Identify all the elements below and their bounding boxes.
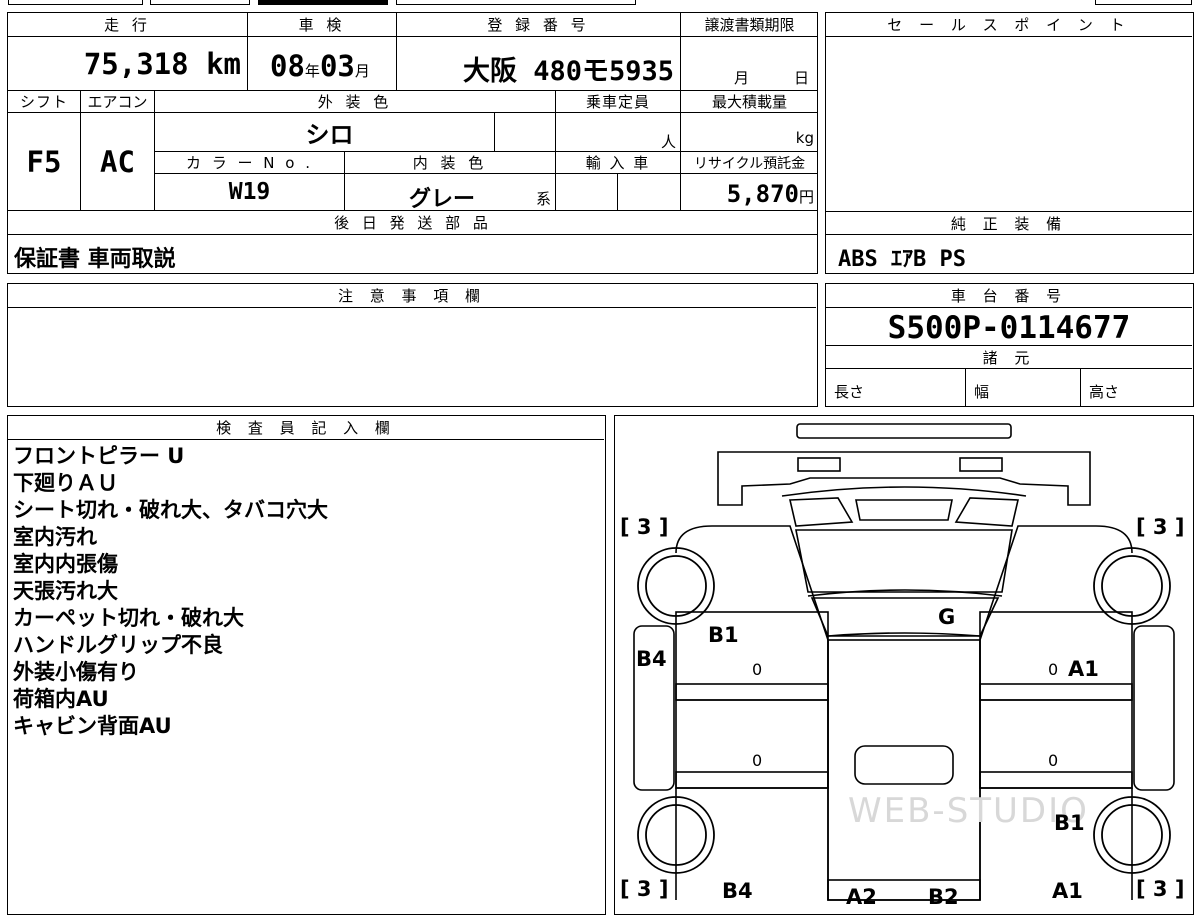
shift-value: F5 bbox=[26, 144, 62, 179]
registration-cell: 大阪 480モ5935 bbox=[397, 37, 681, 91]
aircon-cell: AC bbox=[81, 113, 155, 211]
inspection-year: 08 bbox=[270, 49, 305, 83]
max-load-cell: kg bbox=[681, 113, 818, 152]
mark-rear-left: A2 bbox=[846, 885, 877, 909]
mark-right-bottom: A1 bbox=[1052, 879, 1083, 903]
notes-label: 注 意 事 項 欄 bbox=[8, 284, 816, 308]
inspection-year-unit: 年 bbox=[304, 62, 320, 80]
capacity-cell: 人 bbox=[556, 113, 681, 152]
color-no-label: カ ラ ー N o . bbox=[155, 152, 345, 174]
transfer-month-unit: 月 bbox=[734, 69, 750, 87]
inspection-label: 車 検 bbox=[248, 13, 397, 37]
later-parts-value: 保証書 車両取説 bbox=[14, 247, 176, 272]
inspector-note-line: 室内汚れ bbox=[13, 525, 97, 549]
later-parts-label: 後 日 発 送 部 品 bbox=[8, 211, 818, 235]
inspector-note-line: ハンドルグリップ不良 bbox=[13, 633, 223, 657]
max-load-unit: kg bbox=[795, 129, 814, 147]
equipment-value: ABS ｴｱB PS bbox=[838, 247, 966, 272]
inspector-note-line: カーペット切れ・破れ大 bbox=[13, 606, 244, 630]
tire-tread-rear-right: [ 3 ] bbox=[1136, 877, 1184, 901]
mark-left-bottom: B4 bbox=[722, 879, 753, 903]
interior-color-label: 内 装 色 bbox=[345, 152, 556, 174]
mileage-value: 75,318 bbox=[83, 47, 189, 81]
aircon-label: エアコン bbox=[81, 91, 155, 113]
inspector-note-line: 荷箱内AU bbox=[13, 687, 109, 711]
inspector-note-line: 天張汚れ大 bbox=[13, 579, 118, 603]
notes-box: 注 意 事 項 欄 bbox=[7, 283, 818, 407]
interior-color-cell: グレー 系 bbox=[345, 174, 556, 212]
transfer-day-unit: 日 bbox=[794, 69, 810, 87]
import-cell-b bbox=[618, 174, 681, 211]
mark-rear-right: B2 bbox=[928, 885, 959, 909]
registration-label: 登 録 番 号 bbox=[397, 13, 681, 37]
mileage-cell: 75,318 km bbox=[8, 37, 248, 91]
zero-mark: 0 bbox=[752, 751, 762, 770]
capacity-unit: 人 bbox=[660, 133, 676, 151]
tire-tread-front-left: [ 3 ] bbox=[620, 515, 668, 539]
height-label: 高さ bbox=[1089, 383, 1120, 401]
truck-outline: WEB-STUDIO [ 3 ] [ 3 ] [ 3 ] [ 3 ] G B1 … bbox=[620, 422, 1184, 909]
width-label: 幅 bbox=[974, 383, 990, 401]
color-no-cell: W19 bbox=[155, 174, 345, 211]
exterior-color-cell: シロ bbox=[155, 113, 495, 152]
transfer-deadline-cell: 月 日 bbox=[681, 37, 818, 91]
capacity-label: 乗車定員 bbox=[556, 91, 681, 113]
aircon-value: AC bbox=[100, 144, 135, 179]
exterior-color-label: 外 装 色 bbox=[155, 91, 556, 113]
tire-tread-front-right: [ 3 ] bbox=[1136, 515, 1184, 539]
import-label: 輸 入 車 bbox=[556, 152, 681, 174]
shift-cell: F5 bbox=[8, 113, 81, 211]
tire-tread-rear-left: [ 3 ] bbox=[620, 877, 668, 901]
inspector-note-line: シート切れ・破れ大、タバコ穴大 bbox=[13, 498, 328, 522]
inspector-note-line: 外装小傷有り bbox=[13, 660, 139, 684]
mileage-label: 走 行 bbox=[8, 13, 248, 37]
shift-label: シフト bbox=[8, 91, 81, 113]
registration-value: 大阪 480モ5935 bbox=[462, 56, 674, 87]
chassis-number-value: S500P-0114677 bbox=[887, 310, 1131, 346]
interior-color-value: グレー bbox=[409, 187, 476, 212]
inspector-note-line: キャビン背面AU bbox=[13, 714, 172, 738]
mark-roof: G bbox=[938, 605, 955, 629]
watermark: WEB-STUDIO bbox=[848, 791, 1089, 831]
transfer-deadline-label: 譲渡書類期限 bbox=[681, 13, 818, 37]
inspector-notes-list: フロントピラー U 下廻りＡＵ シート切れ・破れ大、タバコ穴大 室内汚れ 室内内… bbox=[13, 443, 328, 740]
mileage-unit: km bbox=[206, 47, 241, 81]
max-load-label: 最大積載量 bbox=[681, 91, 818, 113]
recycle-value: 5,870 bbox=[726, 180, 799, 208]
mark-left-mirror: B4 bbox=[636, 647, 667, 671]
equipment-label: 純 正 装 備 bbox=[826, 211, 1192, 235]
spec-label: 諸 元 bbox=[826, 345, 1192, 369]
sales-point-box: セ ー ル ス ポ イ ン ト 純 正 装 備 ABS ｴｱB PS bbox=[825, 12, 1194, 274]
inspection-month-unit: 月 bbox=[354, 62, 370, 80]
exterior-color-value: シロ bbox=[305, 120, 354, 149]
length-label: 長さ bbox=[834, 383, 865, 401]
zero-mark: 0 bbox=[1048, 751, 1058, 770]
inspection-month: 03 bbox=[319, 49, 355, 83]
color-no-value: W19 bbox=[228, 179, 271, 205]
inspector-notes-box: 検 査 員 記 入 欄 フロントピラー U 下廻りＡＵ シート切れ・破れ大、タバ… bbox=[7, 415, 606, 915]
top-strip bbox=[0, 0, 1200, 8]
exterior-extra-cell bbox=[495, 113, 556, 152]
inspector-notes-label: 検 査 員 記 入 欄 bbox=[8, 416, 604, 440]
mark-right-rear: B1 bbox=[1054, 811, 1085, 835]
inspection-cell: 08年03月 bbox=[248, 37, 397, 91]
recycle-cell: 5,870円 bbox=[681, 174, 818, 211]
recycle-unit: 円 bbox=[798, 188, 814, 206]
sales-point-label: セ ー ル ス ポ イ ン ト bbox=[826, 13, 1192, 37]
vehicle-damage-diagram: WEB-STUDIO [ 3 ] [ 3 ] [ 3 ] [ 3 ] G B1 … bbox=[614, 415, 1194, 915]
chassis-box: 車 台 番 号 S500P-0114677 諸 元 長さ 幅 高さ bbox=[825, 283, 1194, 407]
mark-right-door: A1 bbox=[1068, 657, 1099, 681]
vehicle-summary-table: 走 行 車 検 登 録 番 号 譲渡書類期限 75,318 km 08年03 月 … bbox=[7, 12, 818, 274]
chassis-number-label: 車 台 番 号 bbox=[826, 284, 1192, 308]
interior-color-suffix: 系 bbox=[535, 190, 551, 208]
zero-mark: 0 bbox=[1048, 660, 1058, 679]
inspector-note-line: 下廻りＡＵ bbox=[13, 471, 118, 495]
inspector-note-line: フロントピラー U bbox=[13, 444, 185, 468]
zero-mark: 0 bbox=[752, 660, 762, 679]
mark-left-door: B1 bbox=[708, 623, 739, 647]
import-cell-a bbox=[556, 174, 618, 211]
inspector-note-line: 室内内張傷 bbox=[13, 552, 118, 576]
recycle-label: リサイクル預託金 bbox=[681, 152, 818, 174]
